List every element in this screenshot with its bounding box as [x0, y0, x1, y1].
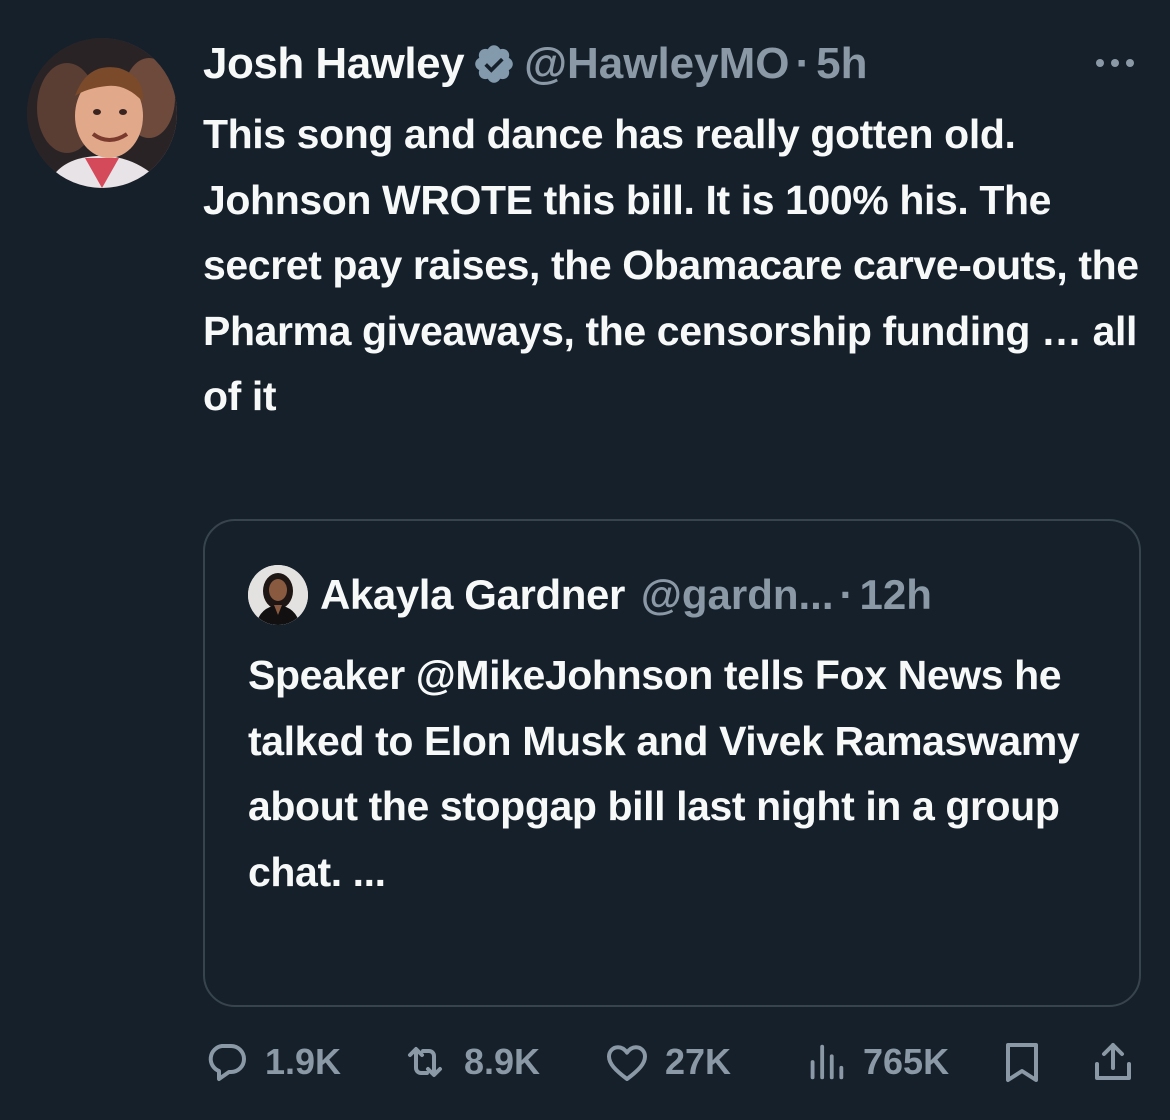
like-count: 27K [665, 1041, 732, 1082]
separator-dot: · [795, 39, 811, 88]
quoted-author-name[interactable]: Akayla Gardner [320, 571, 625, 619]
retweet-button[interactable]: 8.9K [400, 1032, 540, 1092]
author-handle[interactable]: @HawleyMO [524, 39, 789, 89]
reply-icon [208, 1044, 246, 1081]
tweet-card[interactable]: Josh Hawley @HawleyMO · 5h This song and… [0, 0, 1170, 1120]
views-count: 765K [863, 1041, 950, 1082]
tweet-text: This song and dance has really gotten ol… [203, 111, 1139, 419]
tweet-header: Josh Hawley @HawleyMO · 5h [203, 36, 868, 92]
verified-badge-icon[interactable] [472, 42, 516, 86]
tweet-time[interactable]: 5h [816, 39, 867, 89]
quoted-tweet-time[interactable]: 12h [860, 571, 932, 619]
profile-photo-icon [248, 565, 308, 625]
reply-count: 1.9K [265, 1041, 342, 1082]
author-avatar[interactable] [27, 38, 177, 188]
quoted-author-handle[interactable]: @gardn... [641, 571, 834, 619]
retweet-count: 8.9K [464, 1041, 541, 1082]
quoted-tweet[interactable]: Akayla Gardner @gardn... · 12h Speaker @… [203, 519, 1141, 1007]
reply-button[interactable]: 1.9K [203, 1032, 341, 1092]
bookmark-button[interactable] [998, 1032, 1046, 1092]
quoted-author-avatar[interactable] [248, 565, 308, 625]
like-button[interactable]: 27K [603, 1032, 731, 1092]
separator-dot: · [839, 571, 854, 618]
action-bar: 1.9K 8.9K 27K 765K [203, 1032, 1143, 1092]
share-icon [1095, 1043, 1131, 1080]
quoted-tweet-header: Akayla Gardner @gardn... · 12h [248, 565, 932, 625]
heart-icon [607, 1045, 647, 1081]
views-button[interactable]: 765K [803, 1032, 949, 1092]
retweet-icon [408, 1047, 442, 1077]
quoted-tweet-text: Speaker @MikeJohnson tells Fox News he t… [248, 652, 1080, 895]
share-button[interactable] [1089, 1032, 1137, 1092]
profile-photo-icon [27, 38, 177, 188]
more-dots-icon[interactable] [1092, 48, 1138, 78]
bookmark-icon [1006, 1043, 1038, 1082]
views-chart-icon [810, 1044, 844, 1080]
author-name[interactable]: Josh Hawley [203, 39, 465, 89]
